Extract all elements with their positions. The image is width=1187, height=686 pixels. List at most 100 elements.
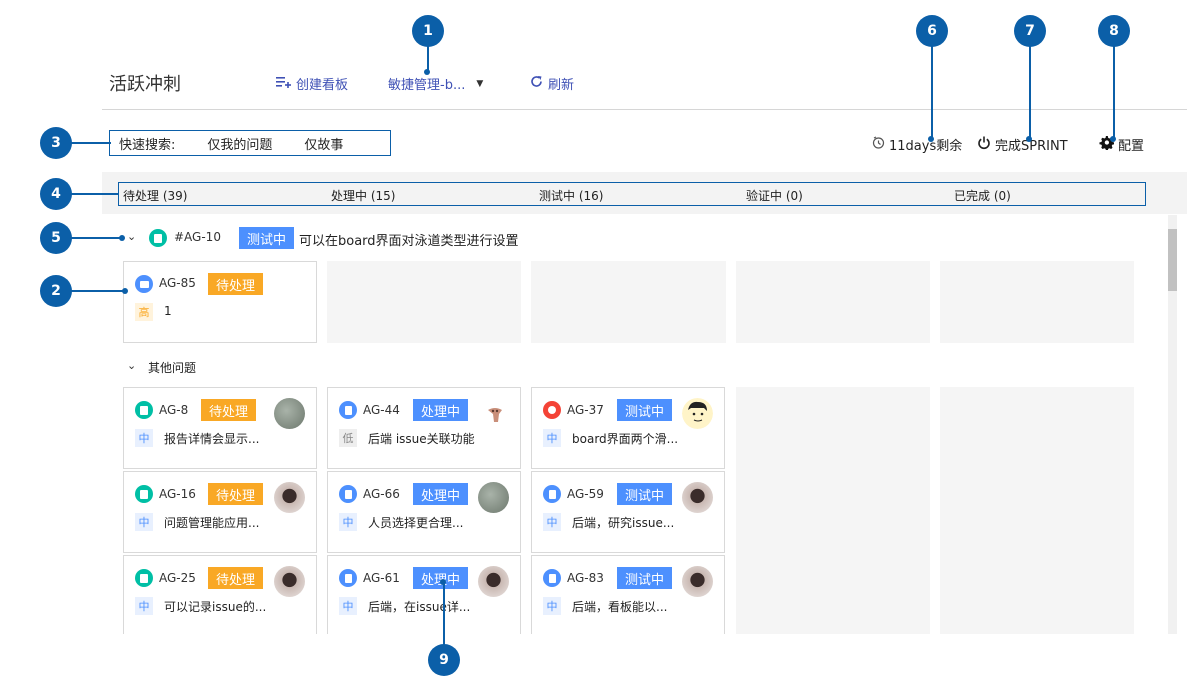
issue-key: AG-66 bbox=[363, 487, 400, 501]
issue-card-ag37[interactable]: AG-37 测试中 中 board界面两个滑... bbox=[531, 387, 725, 469]
task-icon bbox=[339, 401, 357, 419]
callout-leader bbox=[71, 237, 123, 239]
swimlane-toggle-ag10[interactable]: ⌄ bbox=[127, 230, 136, 243]
issue-card-ag85[interactable]: AG-85 待处理 高 1 bbox=[123, 261, 317, 343]
remaining-text: 11days剩余 bbox=[889, 139, 963, 154]
task-icon bbox=[339, 485, 357, 503]
issue-card-ag25[interactable]: AG-25 待处理 中 可以记录issue的... bbox=[123, 555, 317, 634]
status-badge: 测试中 bbox=[617, 567, 673, 589]
callout-dot bbox=[440, 579, 446, 585]
assignee-avatar[interactable] bbox=[484, 404, 506, 426]
assignee-avatar[interactable] bbox=[274, 482, 305, 513]
config-label: 配置 bbox=[1118, 139, 1145, 154]
story-icon bbox=[135, 401, 153, 419]
issue-summary: 可以记录issue的... bbox=[164, 600, 267, 614]
quick-search-label: 快速搜索: bbox=[119, 137, 176, 153]
issue-summary: 后端，看板能以... bbox=[572, 600, 668, 614]
callout-4: 4 bbox=[40, 178, 72, 210]
filter-stories-only[interactable]: 仅故事 bbox=[304, 134, 343, 153]
callout-leader bbox=[71, 193, 119, 195]
issue-summary: 后端 issue关联功能 bbox=[368, 432, 475, 446]
status-badge: 测试中 bbox=[239, 227, 295, 249]
column-todo: 待处理 (39) bbox=[123, 189, 188, 203]
empty-cell bbox=[736, 387, 930, 634]
task-icon bbox=[339, 569, 357, 587]
status-badge: 测试中 bbox=[617, 399, 673, 421]
swimlane-toggle-other[interactable]: ⌄ bbox=[127, 359, 136, 372]
issue-card-ag16[interactable]: AG-16 待处理 中 问题管理能应用... bbox=[123, 471, 317, 553]
issue-card-ag59[interactable]: AG-59 测试中 中 后端，研究issue... bbox=[531, 471, 725, 553]
status-badge: 待处理 bbox=[208, 483, 264, 505]
story-icon bbox=[135, 569, 153, 587]
status-badge: 待处理 bbox=[208, 567, 264, 589]
issue-card-ag44[interactable]: AG-44 处理中 低 后端 issue关联功能 bbox=[327, 387, 521, 469]
assignee-avatar[interactable] bbox=[478, 482, 509, 513]
issue-card-ag8[interactable]: AG-8 待处理 中 报告详情会显示... bbox=[123, 387, 317, 469]
priority-badge: 中 bbox=[543, 597, 561, 615]
refresh-button[interactable]: 刷新 bbox=[530, 74, 574, 93]
assignee-avatar[interactable] bbox=[274, 566, 305, 597]
callout-8: 8 bbox=[1098, 15, 1130, 47]
refresh-label: 刷新 bbox=[548, 78, 575, 93]
assignee-avatar[interactable] bbox=[478, 566, 509, 597]
story-icon bbox=[149, 229, 167, 247]
empty-cell bbox=[736, 261, 930, 343]
timer-icon bbox=[872, 136, 885, 153]
column-header: 待处理 (39) 处理中 (15) 测试中 (16) 验证中 (0) 已完成 (… bbox=[118, 182, 1146, 206]
callout-dot bbox=[928, 136, 934, 142]
story-icon bbox=[135, 485, 153, 503]
scrollbar-thumb[interactable] bbox=[1168, 229, 1177, 291]
priority-badge: 低 bbox=[339, 429, 357, 447]
assignee-avatar[interactable] bbox=[682, 398, 713, 429]
priority-badge: 高 bbox=[135, 303, 153, 321]
swimlane-summary: 可以在board界面对泳道类型进行设置 bbox=[299, 234, 519, 249]
priority-badge: 中 bbox=[339, 597, 357, 615]
empty-cell bbox=[531, 261, 726, 343]
create-board-button[interactable]: 创建看板 bbox=[276, 74, 348, 93]
status-badge: 待处理 bbox=[208, 273, 264, 295]
callout-leader bbox=[1029, 46, 1031, 138]
callout-dot bbox=[119, 235, 125, 241]
status-badge: 处理中 bbox=[413, 399, 469, 421]
caret-down-icon: ▼ bbox=[476, 78, 484, 89]
board-select[interactable]: 敏捷管理-b... ▼ bbox=[388, 74, 483, 93]
assignee-avatar[interactable] bbox=[274, 398, 305, 429]
header-divider bbox=[102, 109, 1187, 110]
column-doing: 处理中 (15) bbox=[331, 189, 396, 203]
callout-2: 2 bbox=[40, 275, 72, 307]
column-done: 已完成 (0) bbox=[954, 189, 1011, 203]
status-badge: 处理中 bbox=[413, 483, 469, 505]
add-list-icon bbox=[276, 76, 291, 92]
priority-badge: 中 bbox=[135, 429, 153, 447]
issue-key: AG-8 bbox=[159, 403, 189, 417]
complete-sprint-button[interactable]: 完成SPRINT bbox=[977, 135, 1068, 154]
issue-card-ag83[interactable]: AG-83 测试中 中 后端，看板能以... bbox=[531, 555, 725, 634]
issue-key: AG-25 bbox=[159, 571, 196, 585]
callout-dot bbox=[424, 69, 430, 75]
quick-search-bar: 快速搜索: 仅我的问题 仅故事 bbox=[109, 130, 391, 156]
callout-leader bbox=[71, 290, 126, 292]
callout-leader bbox=[71, 142, 111, 144]
assignee-avatar[interactable] bbox=[682, 482, 713, 513]
callout-leader bbox=[443, 582, 445, 646]
issue-summary: 报告详情会显示... bbox=[164, 432, 260, 446]
column-testing: 测试中 (16) bbox=[539, 189, 604, 203]
column-verifying: 验证中 (0) bbox=[746, 189, 803, 203]
filter-my-issues[interactable]: 仅我的问题 bbox=[207, 134, 272, 153]
create-board-label: 创建看板 bbox=[296, 78, 349, 93]
callout-3: 3 bbox=[40, 127, 72, 159]
callout-9: 9 bbox=[428, 644, 460, 676]
issue-summary: 后端，研究issue... bbox=[572, 516, 675, 530]
priority-badge: 中 bbox=[339, 513, 357, 531]
config-button[interactable]: 配置 bbox=[1099, 135, 1144, 154]
priority-badge: 中 bbox=[135, 597, 153, 615]
issue-card-ag66[interactable]: AG-66 处理中 中 人员选择更合理... bbox=[327, 471, 521, 553]
assignee-avatar[interactable] bbox=[682, 566, 713, 597]
swimlane-key[interactable]: #AG-10 bbox=[174, 230, 221, 244]
power-icon bbox=[977, 136, 991, 154]
issue-key: AG-83 bbox=[567, 571, 604, 585]
issue-summary: 后端，在issue详... bbox=[368, 600, 471, 614]
callout-leader bbox=[1113, 46, 1115, 138]
issue-card-ag61[interactable]: AG-61 处理中 中 后端，在issue详... bbox=[327, 555, 521, 634]
issue-key: AG-59 bbox=[567, 487, 604, 501]
